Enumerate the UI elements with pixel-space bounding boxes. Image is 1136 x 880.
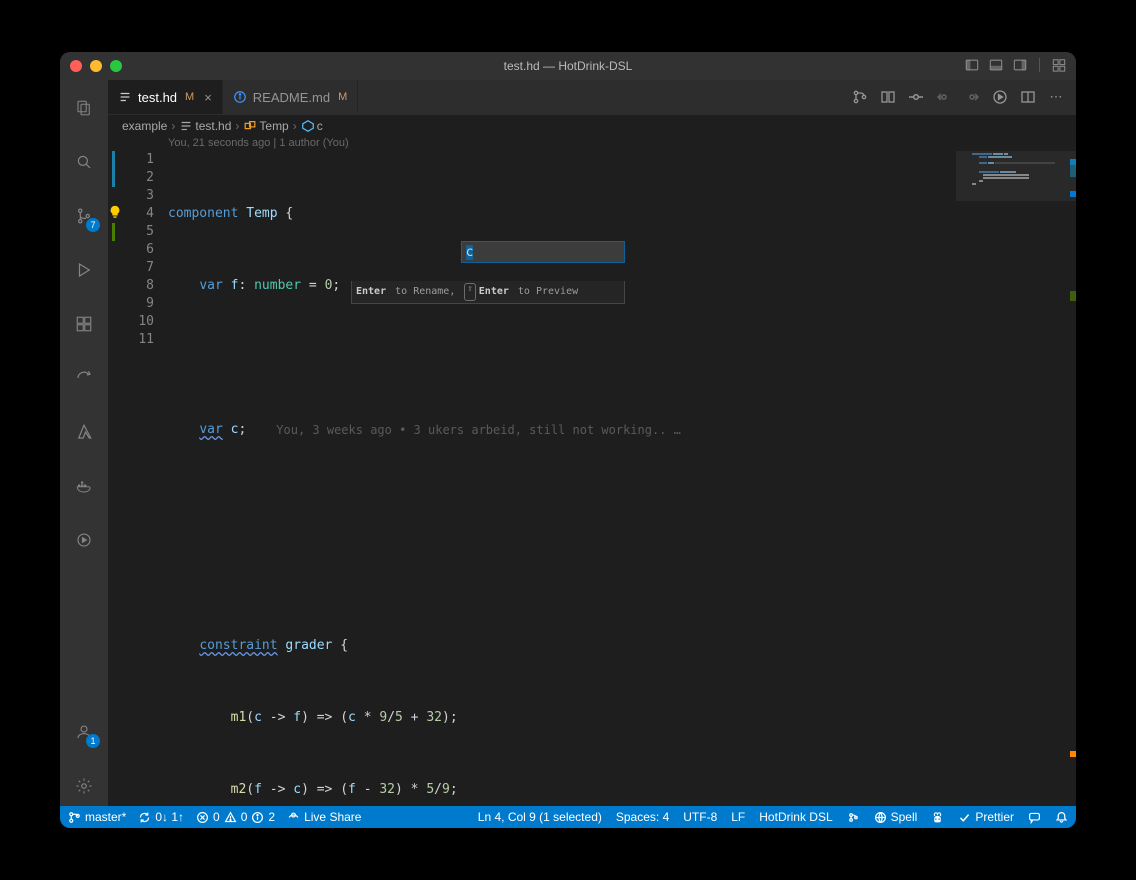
code-lines[interactable]: component Temp { var f: number = 0; var …: [168, 151, 1076, 806]
run-file-icon[interactable]: [992, 89, 1008, 105]
status-indentation[interactable]: Spaces: 4: [616, 810, 669, 824]
status-cursor[interactable]: Ln 4, Col 9 (1 selected): [478, 810, 602, 824]
file-lines-icon: [118, 90, 132, 104]
chevron-right-icon: ›: [293, 119, 297, 133]
status-liveshare[interactable]: Live Share: [287, 810, 361, 824]
azure-icon[interactable]: [60, 412, 108, 452]
more-actions-icon[interactable]: ⋯: [1048, 89, 1064, 105]
layout-panel-right-icon[interactable]: [1013, 58, 1027, 75]
diff-marker: [1070, 291, 1076, 301]
accounts-icon[interactable]: 1: [60, 712, 108, 752]
layout-panel-left-icon[interactable]: [965, 58, 979, 75]
live-server-icon[interactable]: [60, 520, 108, 560]
search-icon[interactable]: [60, 142, 108, 182]
info-marker: [1070, 191, 1076, 197]
minimap-content: [972, 153, 1068, 179]
tab-label: README.md: [253, 90, 330, 105]
rename-widget: Enter to Rename, ⇧Enter to Preview: [351, 223, 625, 340]
git-commit-icon[interactable]: [908, 89, 924, 105]
titlebar: test.hd — HotDrink-DSL: [60, 52, 1076, 80]
status-problems[interactable]: 0 0 2: [196, 810, 275, 824]
status-bell-icon[interactable]: [1055, 811, 1068, 824]
split-editor-icon[interactable]: [1020, 89, 1036, 105]
diff-added-indicator: [112, 223, 115, 241]
diff-added-indicator: [112, 151, 115, 187]
breadcrumb-folder[interactable]: example: [122, 119, 167, 133]
scm-badge: 7: [86, 218, 100, 232]
workbench-body: 7 1 test.hd M ×: [60, 80, 1076, 806]
status-sync[interactable]: 0↓ 1↑: [138, 810, 184, 824]
gitlens-line-blame: You, 3 weeks ago • 3 ukers arbeid, still…: [276, 421, 681, 439]
breadcrumb-file[interactable]: test.hd: [179, 119, 231, 133]
docker-icon[interactable]: [60, 466, 108, 506]
diff-marker: [1070, 159, 1076, 177]
rename-hint: Enter to Rename, ⇧Enter to Preview: [351, 281, 625, 304]
window-title: test.hd — HotDrink-DSL: [60, 59, 1076, 73]
status-bar: master* 0↓ 1↑ 0 0 2 Live Share Ln 4, Col…: [60, 806, 1076, 828]
breadcrumb-symbol-var[interactable]: c: [301, 119, 323, 133]
open-changes-icon[interactable]: [880, 89, 896, 105]
next-change-icon[interactable]: [964, 89, 980, 105]
layout-panel-bottom-icon[interactable]: [989, 58, 1003, 75]
fullscreen-window-button[interactable]: [110, 60, 122, 72]
status-copilot-icon[interactable]: [931, 811, 944, 824]
run-debug-icon[interactable]: [60, 250, 108, 290]
status-spell[interactable]: Spell: [874, 810, 918, 824]
breadcrumb-symbol-component[interactable]: Temp: [243, 119, 288, 133]
explorer-icon[interactable]: [60, 88, 108, 128]
info-icon: [233, 90, 247, 104]
gitlens-file-blame: You, 21 seconds ago | 1 author (You): [108, 137, 1076, 151]
rename-input[interactable]: [461, 241, 625, 263]
minimize-window-button[interactable]: [90, 60, 102, 72]
tab-actions: ⋯: [840, 80, 1076, 114]
source-control-icon[interactable]: 7: [60, 196, 108, 236]
activity-bar: 7 1: [60, 80, 108, 806]
editor-area: test.hd M × README.md M ⋯: [108, 80, 1076, 806]
line-numbers: 1234567891011: [122, 151, 168, 806]
lightbulb-icon[interactable]: [108, 205, 122, 225]
minimap[interactable]: [956, 151, 1076, 806]
status-eol[interactable]: LF: [731, 810, 745, 824]
titlebar-layout-controls: [965, 58, 1066, 75]
prev-change-icon[interactable]: [936, 89, 952, 105]
status-gitlens-icon[interactable]: [847, 811, 860, 824]
tab-label: test.hd: [138, 90, 177, 105]
status-language[interactable]: HotDrink DSL: [759, 810, 832, 824]
close-tab-icon[interactable]: ×: [204, 90, 212, 105]
accounts-badge: 1: [86, 734, 100, 748]
file-lines-icon: [179, 119, 193, 133]
status-encoding[interactable]: UTF-8: [683, 810, 717, 824]
divider: [1039, 58, 1040, 72]
close-window-button[interactable]: [70, 60, 82, 72]
tab-readme[interactable]: README.md M: [223, 80, 358, 114]
symbol-class-icon: [243, 119, 257, 133]
overview-ruler: [1070, 151, 1076, 806]
editor-tabs: test.hd M × README.md M ⋯: [108, 80, 1076, 115]
customize-layout-icon[interactable]: [1052, 58, 1066, 75]
chevron-right-icon: ›: [171, 119, 175, 133]
text-editor[interactable]: 1234567891011 component Temp { var f: nu…: [108, 151, 1076, 806]
status-feedback-icon[interactable]: [1028, 811, 1041, 824]
glyph-margin: [108, 151, 122, 806]
warning-marker: [1070, 751, 1076, 757]
status-prettier[interactable]: Prettier: [958, 810, 1014, 824]
tab-modified-indicator: M: [338, 91, 347, 103]
breadcrumbs[interactable]: example › test.hd › Temp › c: [108, 115, 1076, 137]
share-icon[interactable]: [60, 358, 108, 398]
tab-modified-indicator: M: [185, 91, 194, 103]
tab-test-hd[interactable]: test.hd M ×: [108, 80, 223, 114]
compare-changes-icon[interactable]: [852, 89, 868, 105]
extensions-icon[interactable]: [60, 304, 108, 344]
settings-gear-icon[interactable]: [60, 766, 108, 806]
traffic-lights: [70, 60, 122, 72]
vscode-window: test.hd — HotDrink-DSL 7: [60, 52, 1076, 828]
chevron-right-icon: ›: [235, 119, 239, 133]
symbol-variable-icon: [301, 119, 315, 133]
status-branch[interactable]: master*: [68, 810, 126, 824]
